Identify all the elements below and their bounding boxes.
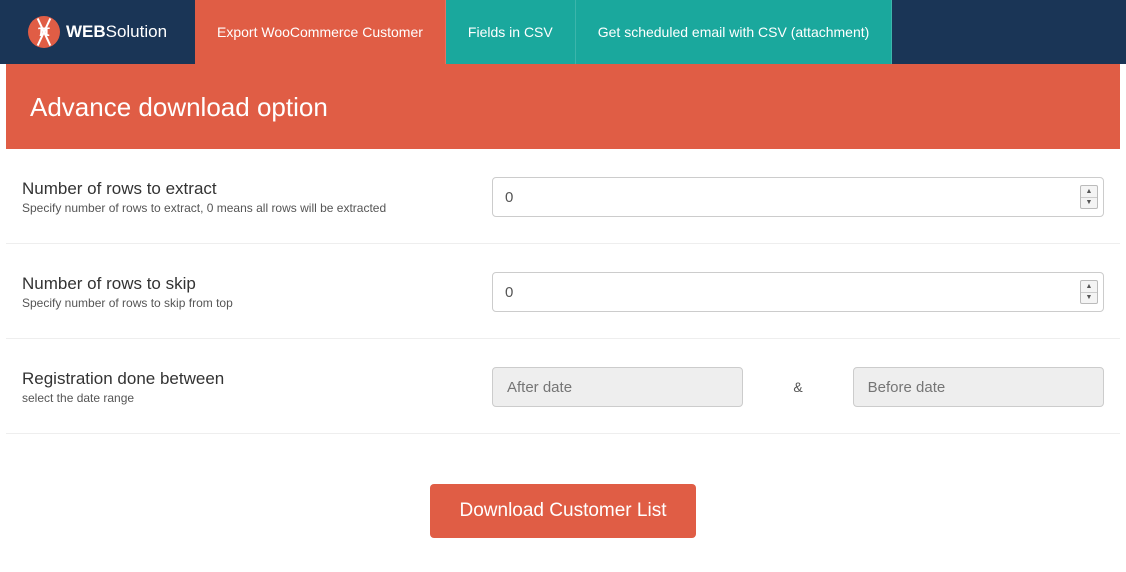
- rows-extract-help: Specify number of rows to extract, 0 mea…: [22, 201, 472, 215]
- content: Number of rows to extract Specify number…: [0, 149, 1126, 558]
- date-range-help: select the date range: [22, 391, 472, 405]
- stepper-up-icon[interactable]: ▲: [1081, 281, 1097, 293]
- date-range-label: Registration done between: [22, 369, 472, 389]
- logo-text: WEBSolution: [66, 22, 167, 42]
- logo-pi-symbol: π: [38, 23, 50, 41]
- stepper-down-icon[interactable]: ▼: [1081, 293, 1097, 304]
- logo-text-light: Solution: [106, 22, 167, 41]
- row-date-range: Registration done between select the dat…: [6, 339, 1120, 434]
- rows-extract-input[interactable]: [492, 177, 1104, 217]
- logo-text-bold: WEB: [66, 22, 106, 41]
- download-button[interactable]: Download Customer List: [430, 484, 697, 538]
- rows-skip-stepper[interactable]: ▲ ▼: [1080, 280, 1098, 304]
- rows-skip-label: Number of rows to skip: [22, 274, 472, 294]
- row-rows-extract: Number of rows to extract Specify number…: [6, 149, 1120, 244]
- rows-skip-help: Specify number of rows to skip from top: [22, 296, 472, 310]
- logo[interactable]: π WEBSolution: [0, 0, 195, 64]
- logo-icon: π: [28, 16, 60, 48]
- stepper-up-icon[interactable]: ▲: [1081, 186, 1097, 198]
- rows-skip-input[interactable]: [492, 272, 1104, 312]
- rows-extract-stepper[interactable]: ▲ ▼: [1080, 185, 1098, 209]
- tab-scheduled-email[interactable]: Get scheduled email with CSV (attachment…: [576, 0, 893, 64]
- action-row: Download Customer List: [6, 434, 1120, 558]
- navbar: π WEBSolution Export WooCommerce Custome…: [0, 0, 1126, 64]
- panel-title: Advance download option: [6, 64, 1120, 149]
- row-rows-skip: Number of rows to skip Specify number of…: [6, 244, 1120, 339]
- stepper-down-icon[interactable]: ▼: [1081, 198, 1097, 209]
- after-date-input[interactable]: [492, 367, 743, 407]
- nav-spacer: [892, 0, 1126, 64]
- tab-fields-csv[interactable]: Fields in CSV: [446, 0, 576, 64]
- ampersand: &: [763, 379, 832, 395]
- tab-export-customer[interactable]: Export WooCommerce Customer: [195, 0, 446, 64]
- rows-extract-label: Number of rows to extract: [22, 179, 472, 199]
- before-date-input[interactable]: [853, 367, 1104, 407]
